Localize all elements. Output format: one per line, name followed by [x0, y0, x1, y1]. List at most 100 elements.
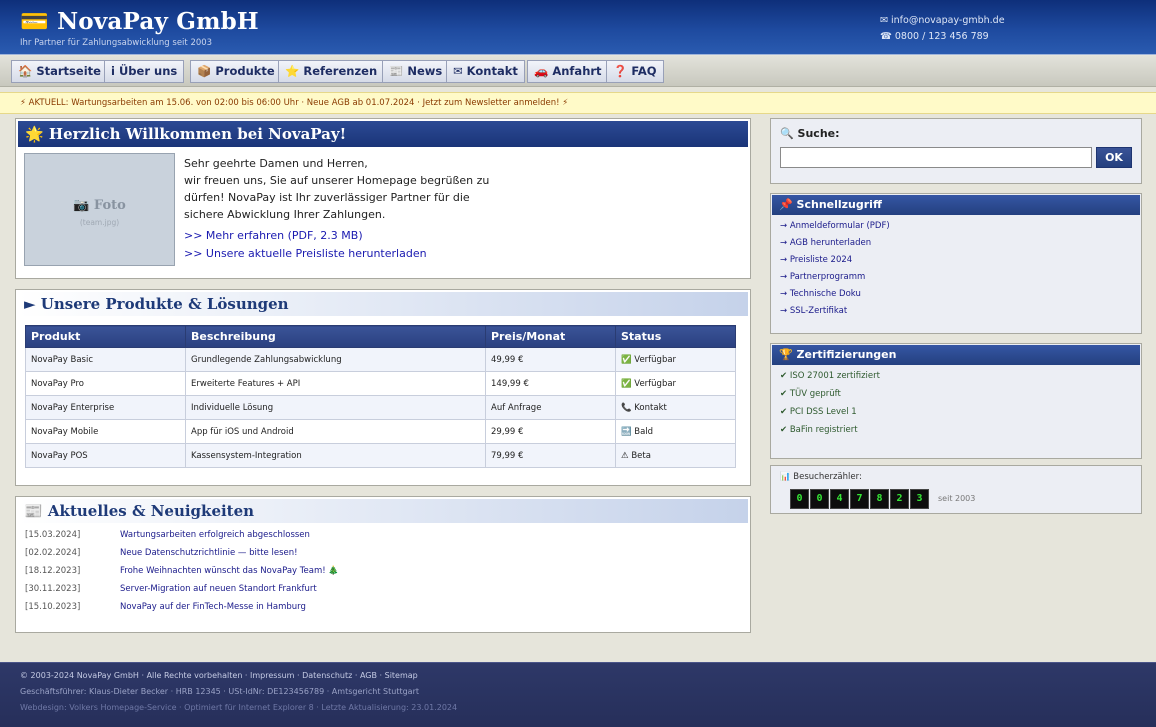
footer-legal: Geschäftsführer: Klaus-Dieter Becker · H… [20, 687, 420, 696]
credit-card-icon: 💳 [20, 8, 49, 35]
cell-price: Auf Anfrage [485, 395, 616, 420]
welcome-title-text: Herzlich Willkommen bei NovaPay! [48, 125, 347, 143]
welcome-body: wir freuen uns, Sie auf unserer Homepage… [184, 174, 490, 221]
table-row: NovaPay POS Kassensystem-Integration 79,… [25, 443, 736, 468]
info-icon: i [111, 64, 115, 78]
cell-product: NovaPay Pro [25, 371, 186, 396]
quick-link[interactable]: → Technische Doku [780, 289, 861, 299]
nav-label: Referenzen [303, 64, 378, 78]
certifications-box: 🏆 Zertifizierungen ✔ ISO 27001 zertifizi… [770, 343, 1142, 459]
nav-startseite[interactable]: 🏠 Startseite [11, 60, 108, 83]
table-header-row: Produkt Beschreibung Preis/Monat Status [25, 325, 736, 348]
news-box: 📰 Aktuelles & Neuigkeiten [15.03.2024] W… [15, 496, 751, 633]
cell-status: ✅ Verfügbar [615, 371, 736, 396]
nav-label: Anfahrt [552, 64, 602, 78]
footer-copyright[interactable]: © 2003-2024 NovaPay GmbH · Alle Rechte v… [20, 671, 418, 680]
star-icon: 🌟 [25, 125, 44, 143]
phone-text: 0800 / 123 456 789 [894, 31, 989, 42]
cell-product: NovaPay Basic [25, 347, 186, 372]
news-date: [30.11.2023] [25, 584, 81, 594]
contact-email[interactable]: ✉ info@novapay-gmbh.de [880, 13, 1005, 29]
quick-link[interactable]: → Partnerprogramm [780, 272, 865, 282]
cell-description: Kassensystem-Integration [185, 443, 486, 468]
news-title-text: Aktuelles & Neuigkeiten [47, 502, 255, 520]
search-submit-button[interactable]: OK [1096, 147, 1132, 168]
cell-price: 149,99 € [485, 371, 616, 396]
counter-digit: 7 [850, 489, 869, 509]
nav-ueber-uns[interactable]: i Über uns [104, 60, 185, 83]
counter-label: 📊 Besucherzähler: [780, 472, 862, 482]
quick-links-title-text: Schnellzugriff [796, 198, 882, 211]
cert-item: ✔ BaFin registriert [780, 425, 858, 435]
nav-anfahrt[interactable]: 🚗 Anfahrt [527, 60, 609, 83]
cell-price: 29,99 € [485, 419, 616, 444]
team-photo: 📷 Foto (team.jpg) [24, 153, 175, 266]
nav-news[interactable]: 📰 News [382, 60, 450, 83]
welcome-title: 🌟 Herzlich Willkommen bei NovaPay! [18, 121, 748, 147]
counter-digit: 0 [790, 489, 809, 509]
cell-status: 📞 Kontakt [615, 395, 736, 420]
mail-icon: ✉ [880, 15, 888, 26]
chart-icon: 📊 [780, 472, 791, 482]
nav-label: Produkte [215, 64, 275, 78]
more-info-link[interactable]: >> Mehr erfahren (PDF, 2.3 MB) [184, 229, 363, 242]
welcome-text: Sehr geehrte Damen und Herren, wir freue… [184, 155, 494, 223]
search-input[interactable] [780, 147, 1092, 168]
brand-title[interactable]: 💳 NovaPay GmbH [20, 8, 259, 35]
question-icon: ❓ [613, 64, 628, 78]
nav-label: News [407, 64, 443, 78]
col-beschreibung: Beschreibung [185, 325, 486, 348]
news-link[interactable]: Neue Datenschutzrichtlinie — bitte lesen… [120, 548, 298, 558]
header-contact: ✉ info@novapay-gmbh.de ☎ 0800 / 123 456 … [880, 13, 1005, 45]
nav-label: Startseite [36, 64, 101, 78]
search-icon: 🔍 [780, 127, 794, 140]
news-link[interactable]: NovaPay auf der FinTech-Messe in Hamburg [120, 602, 306, 612]
products-box: ► Unsere Produkte & Lösungen Produkt Bes… [15, 289, 751, 486]
table-row: NovaPay Enterprise Individuelle Lösung A… [25, 395, 736, 420]
brand-name: NovaPay GmbH [57, 8, 259, 35]
cert-item: ✔ ISO 27001 zertifiziert [780, 371, 880, 381]
package-icon: 📦 [197, 64, 212, 78]
news-date: [15.03.2024] [25, 530, 81, 540]
main-nav: 🏠 Startseite i Über uns 📦 Produkte ⭐ Ref… [0, 56, 1156, 87]
search-label-text: Suche: [797, 127, 840, 140]
quick-link[interactable]: → Anmeldeformular (PDF) [780, 221, 890, 231]
newspaper-icon: 📰 [24, 502, 43, 520]
counter-digit: 0 [810, 489, 829, 509]
counter-digit: 8 [870, 489, 889, 509]
nav-produkte[interactable]: 📦 Produkte [190, 60, 282, 83]
cell-description: Erweiterte Features + API [185, 371, 486, 396]
counter-digit: 4 [830, 489, 849, 509]
news-link[interactable]: Server-Migration auf neuen Standort Fran… [120, 584, 317, 594]
news-link[interactable]: Wartungsarbeiten erfolgreich abgeschloss… [120, 530, 310, 540]
price-list-link[interactable]: >> Unsere aktuelle Preisliste herunterla… [184, 247, 427, 260]
col-produkt: Produkt [25, 325, 186, 348]
products-title: ► Unsere Produkte & Lösungen [18, 292, 748, 316]
cell-product: NovaPay Enterprise [25, 395, 186, 420]
photo-caption: (team.jpg) [79, 218, 120, 227]
search-label: 🔍 Suche: [780, 127, 840, 140]
counter-since: seit 2003 [938, 494, 976, 503]
site-footer: © 2003-2024 NovaPay GmbH · Alle Rechte v… [0, 662, 1156, 727]
nav-label: FAQ [631, 64, 657, 78]
envelope-icon: ✉ [453, 64, 463, 78]
counter-label-text: Besucherzähler: [793, 472, 862, 482]
nav-faq[interactable]: ❓ FAQ [606, 60, 664, 83]
quick-links-title: 📌 Schnellzugriff [772, 195, 1140, 215]
table-row: NovaPay Pro Erweiterte Features + API 14… [25, 371, 736, 396]
nav-kontakt[interactable]: ✉ Kontakt [446, 60, 525, 83]
certifications-title: 🏆 Zertifizierungen [772, 345, 1140, 365]
quick-link[interactable]: → AGB herunterladen [780, 238, 871, 248]
news-ticker: ⚡ AKTUELL: Wartungsarbeiten am 15.06. vo… [0, 92, 1156, 114]
tagline: Ihr Partner für Zahlungsabwicklung seit … [20, 38, 213, 48]
cell-description: Individuelle Lösung [185, 395, 486, 420]
news-date: [18.12.2023] [25, 566, 81, 576]
quick-link[interactable]: → SSL-Zertifikat [780, 306, 847, 316]
col-preis: Preis/Monat [485, 325, 616, 348]
contact-phone: ☎ 0800 / 123 456 789 [880, 29, 1005, 45]
cell-price: 49,99 € [485, 347, 616, 372]
cell-status: ⚠ Beta [615, 443, 736, 468]
news-link[interactable]: Frohe Weihnachten wünscht das NovaPay Te… [120, 566, 339, 576]
nav-referenzen[interactable]: ⭐ Referenzen [278, 60, 385, 83]
quick-link[interactable]: → Preisliste 2024 [780, 255, 852, 265]
